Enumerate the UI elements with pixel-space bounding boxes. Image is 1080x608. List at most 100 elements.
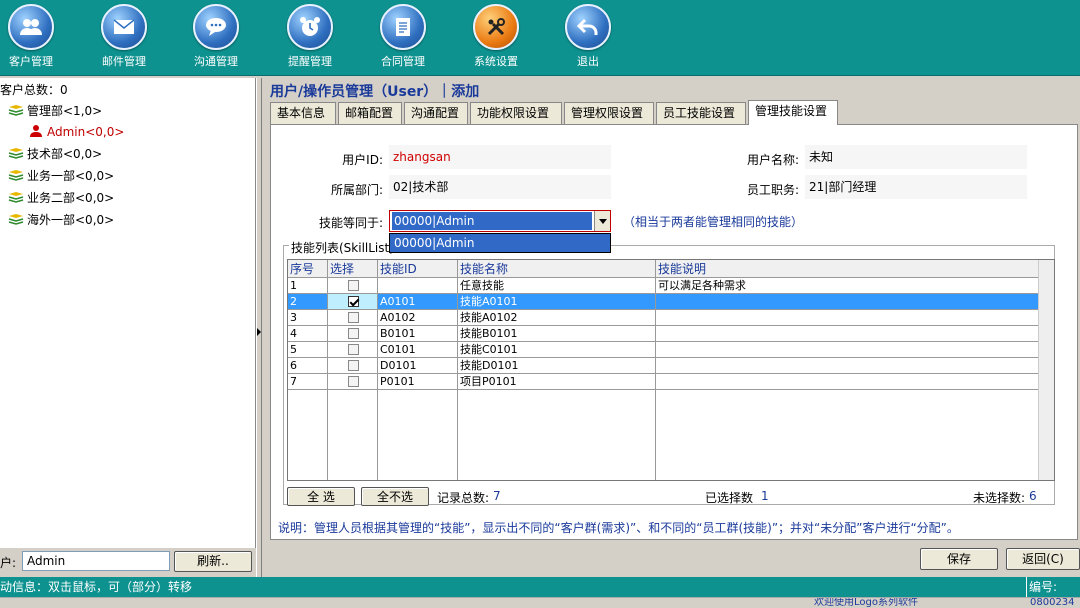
- table-row[interactable]: 4 B0101 技能B0101: [288, 326, 1054, 342]
- empty-cell: [656, 390, 1054, 480]
- cell-id: D0101: [378, 358, 458, 374]
- tree-node-tech[interactable]: 技术部<0,0>: [8, 145, 102, 163]
- collapse-arrow-icon[interactable]: [257, 328, 261, 336]
- select-checkbox[interactable]: [348, 296, 359, 307]
- user-id-field[interactable]: zhangsan: [389, 145, 611, 169]
- select-checkbox[interactable]: [348, 280, 359, 291]
- tree-node-biz2[interactable]: 业务二部<0,0>: [8, 189, 114, 207]
- department-tree[interactable]: 客户总数：0 管理部<1,0> Admin<0,0> 技术部<0,0> 业务一部…: [0, 78, 256, 548]
- table-row[interactable]: 3 A0102 技能A0102: [288, 310, 1054, 326]
- cell-id: A0102: [378, 310, 458, 326]
- empty-cell: [458, 390, 656, 480]
- tree-node-label: Admin<0,0>: [47, 125, 125, 139]
- footer-code: 0800234: [1030, 597, 1075, 608]
- toolbar-customers-button[interactable]: 客户管理: [0, 4, 66, 74]
- table-row[interactable]: 7 P0101 项目P0101: [288, 374, 1054, 390]
- cell-select: [328, 310, 378, 326]
- tab-manage-permissions[interactable]: 管理权限设置: [564, 102, 654, 124]
- page-title: 用户/操作员管理（User）｜添加: [270, 84, 480, 100]
- select-none-button[interactable]: 全不选: [361, 487, 429, 506]
- footer-welcome: 欢迎使用Logo系列软件: [814, 597, 918, 608]
- save-button[interactable]: 保存: [920, 548, 998, 570]
- skill-list-label: 技能列表(SkillList): [289, 239, 396, 256]
- mail-icon: [101, 4, 147, 50]
- tree-root[interactable]: 客户总数：0: [0, 81, 68, 99]
- table-row[interactable]: 6 D0101 技能D0101: [288, 358, 1054, 374]
- toolbar-label: 邮件管理: [102, 55, 146, 68]
- select-all-button[interactable]: 全 选: [287, 487, 355, 506]
- cell-no: 7: [288, 374, 328, 390]
- toolbar-mail-button[interactable]: 邮件管理: [89, 4, 159, 74]
- dept-field[interactable]: 02|技术部: [389, 175, 611, 199]
- status-message: 动信息：双击鼠标，可（部分）转移: [0, 580, 193, 594]
- cell-desc: [656, 310, 1054, 326]
- tree-node-admin[interactable]: Admin<0,0>: [28, 123, 124, 141]
- toolbar-exit-button[interactable]: 退出: [553, 4, 623, 74]
- stack-icon: [8, 146, 24, 159]
- table-scrollbar[interactable]: [1038, 260, 1054, 480]
- table-row[interactable]: 1 任意技能 可以满足各种需求: [288, 278, 1054, 294]
- selected-count: 1: [761, 489, 769, 503]
- unselected-label: 未选择数:: [973, 491, 1026, 505]
- toolbar-label: 合同管理: [381, 55, 425, 68]
- table-row[interactable]: 5 C0101 技能C0101: [288, 342, 1054, 358]
- tab-basic-info[interactable]: 基本信息: [270, 102, 336, 124]
- column-header[interactable]: 技能说明: [656, 260, 1054, 278]
- total-label: 记录总数:: [437, 491, 490, 505]
- tab-mail-config[interactable]: 邮箱配置: [338, 102, 402, 124]
- total-count: 7: [493, 489, 501, 503]
- cell-no: 4: [288, 326, 328, 342]
- tab-function-permissions[interactable]: 功能权限设置: [470, 102, 562, 124]
- tab-manage-skills[interactable]: 管理技能设置: [748, 100, 838, 125]
- cell-select: [328, 358, 378, 374]
- toolbar-reminder-button[interactable]: 提醒管理: [275, 4, 345, 74]
- cell-desc: [656, 326, 1054, 342]
- column-header[interactable]: 序号: [288, 260, 328, 278]
- cell-id: C0101: [378, 342, 458, 358]
- toolbar-contract-button[interactable]: 合同管理: [368, 4, 438, 74]
- select-checkbox[interactable]: [348, 344, 359, 355]
- select-checkbox[interactable]: [348, 376, 359, 387]
- tree-node-management[interactable]: 管理部<1,0>: [8, 102, 102, 120]
- current-user-field[interactable]: Admin: [22, 551, 170, 571]
- manage-skills-panel: 用户ID: zhangsan 用户名称: 未知 所属部门: 02|技术部 员工职…: [270, 124, 1078, 540]
- toolbar-label: 提醒管理: [288, 55, 332, 68]
- cell-id: A0101: [378, 294, 458, 310]
- tree-node-label: 管理部<1,0>: [27, 104, 103, 118]
- select-checkbox[interactable]: [348, 360, 359, 371]
- tree-node-biz1[interactable]: 业务一部<0,0>: [8, 167, 114, 185]
- empty-row: [288, 390, 1054, 480]
- select-checkbox[interactable]: [348, 312, 359, 323]
- skill-table[interactable]: 序号 选择 技能ID 技能名称 技能说明 1 任意技能 可以满足各种需求 2 A…: [287, 259, 1055, 481]
- dropdown-option[interactable]: 00000|Admin: [389, 233, 611, 253]
- select-checkbox[interactable]: [348, 328, 359, 339]
- tree-node-overseas1[interactable]: 海外一部<0,0>: [8, 211, 114, 229]
- user-id-label: 用户ID:: [342, 153, 383, 167]
- empty-cell: [378, 390, 458, 480]
- position-field[interactable]: 21|部门经理: [805, 175, 1027, 199]
- toolbar-settings-button[interactable]: 系统设置: [461, 4, 531, 74]
- cell-no: 3: [288, 310, 328, 326]
- back-button[interactable]: 返回(C): [1006, 548, 1080, 570]
- cell-select: [328, 342, 378, 358]
- column-header[interactable]: 技能名称: [458, 260, 656, 278]
- cell-desc: [656, 358, 1054, 374]
- column-header[interactable]: 技能ID: [378, 260, 458, 278]
- explanation-note: 说明：管理人员根据其管理的“技能”，显示出不同的“客户群(需求)”、和不同的“员…: [278, 521, 959, 535]
- tab-comm-config[interactable]: 沟通配置: [404, 102, 468, 124]
- column-header[interactable]: 选择: [328, 260, 378, 278]
- main-area: 用户/操作员管理（User）｜添加 基本信息 邮箱配置 沟通配置 功能权限设置 …: [262, 78, 1080, 575]
- alarm-clock-icon: [287, 4, 333, 50]
- selected-label: 已选择数: [705, 491, 754, 505]
- cell-desc: [656, 294, 1054, 310]
- user-label: 户:: [0, 556, 17, 570]
- user-name-field[interactable]: 未知: [805, 145, 1027, 169]
- chevron-down-icon[interactable]: [594, 211, 610, 231]
- user-icon: [28, 124, 44, 137]
- skill-equivalent-select[interactable]: 00000|Admin: [389, 210, 611, 232]
- cell-name: 技能B0101: [458, 326, 656, 342]
- tab-employee-skills[interactable]: 员工技能设置: [656, 102, 746, 124]
- toolbar-communication-button[interactable]: 沟通管理: [181, 4, 251, 74]
- table-row[interactable]: 2 A0101 技能A0101: [288, 294, 1054, 310]
- refresh-button[interactable]: 刷新..: [174, 551, 252, 572]
